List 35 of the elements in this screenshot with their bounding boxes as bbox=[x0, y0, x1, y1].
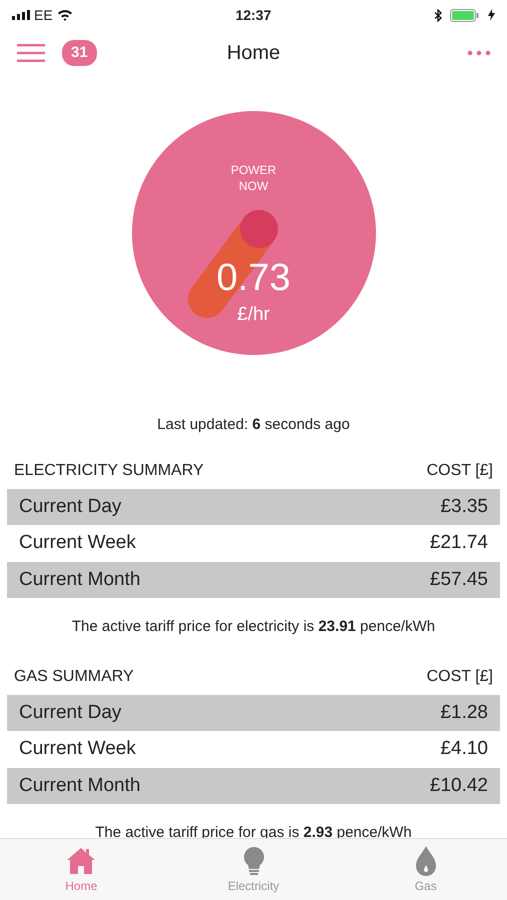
charging-icon bbox=[488, 9, 495, 21]
section-title: ELECTRICITY SUMMARY bbox=[14, 460, 204, 480]
period-label: Current Week bbox=[19, 531, 136, 555]
tab[interactable]: Electricity bbox=[204, 844, 304, 896]
period-label: Current Month bbox=[19, 568, 140, 592]
notification-count-badge: 31 bbox=[62, 40, 97, 66]
column-header: COST [£] bbox=[426, 666, 493, 686]
cost-value: £3.35 bbox=[440, 494, 488, 518]
section-title: GAS SUMMARY bbox=[14, 666, 134, 686]
period-label: Current Day bbox=[19, 700, 122, 724]
period-label: Current Month bbox=[19, 774, 140, 798]
page-title: Home bbox=[226, 41, 280, 66]
cost-value: £57.45 bbox=[430, 568, 488, 592]
cost-value: £21.74 bbox=[430, 531, 488, 555]
cost-value: £4.10 bbox=[440, 737, 488, 761]
wifi-icon bbox=[56, 9, 73, 21]
menu-button[interactable] bbox=[16, 41, 46, 65]
more-icon bbox=[467, 50, 491, 56]
tab[interactable]: Gas bbox=[386, 844, 466, 896]
cost-value: £1.28 bbox=[440, 700, 488, 724]
power-unit: £/hr bbox=[236, 305, 271, 324]
tariff-text: The active tariff price for electricity is 23.91 pence/kWh bbox=[72, 618, 436, 635]
bluetooth-icon bbox=[434, 8, 442, 22]
tab[interactable]: Home bbox=[41, 844, 122, 896]
last-updated-text: Last updated: 6 seconds ago bbox=[157, 416, 350, 433]
period-label: Current Day bbox=[19, 494, 122, 518]
battery-icon bbox=[450, 8, 480, 22]
carrier-name: EE bbox=[34, 6, 53, 24]
period-label: Current Week bbox=[19, 737, 136, 761]
menu-icon bbox=[16, 42, 46, 63]
gauge-label: POWER NOW bbox=[230, 163, 278, 194]
clock: 12:37 bbox=[235, 6, 272, 24]
cost-value: £10.42 bbox=[430, 774, 488, 798]
column-header: COST [£] bbox=[426, 460, 493, 480]
signal-icon bbox=[12, 10, 30, 20]
